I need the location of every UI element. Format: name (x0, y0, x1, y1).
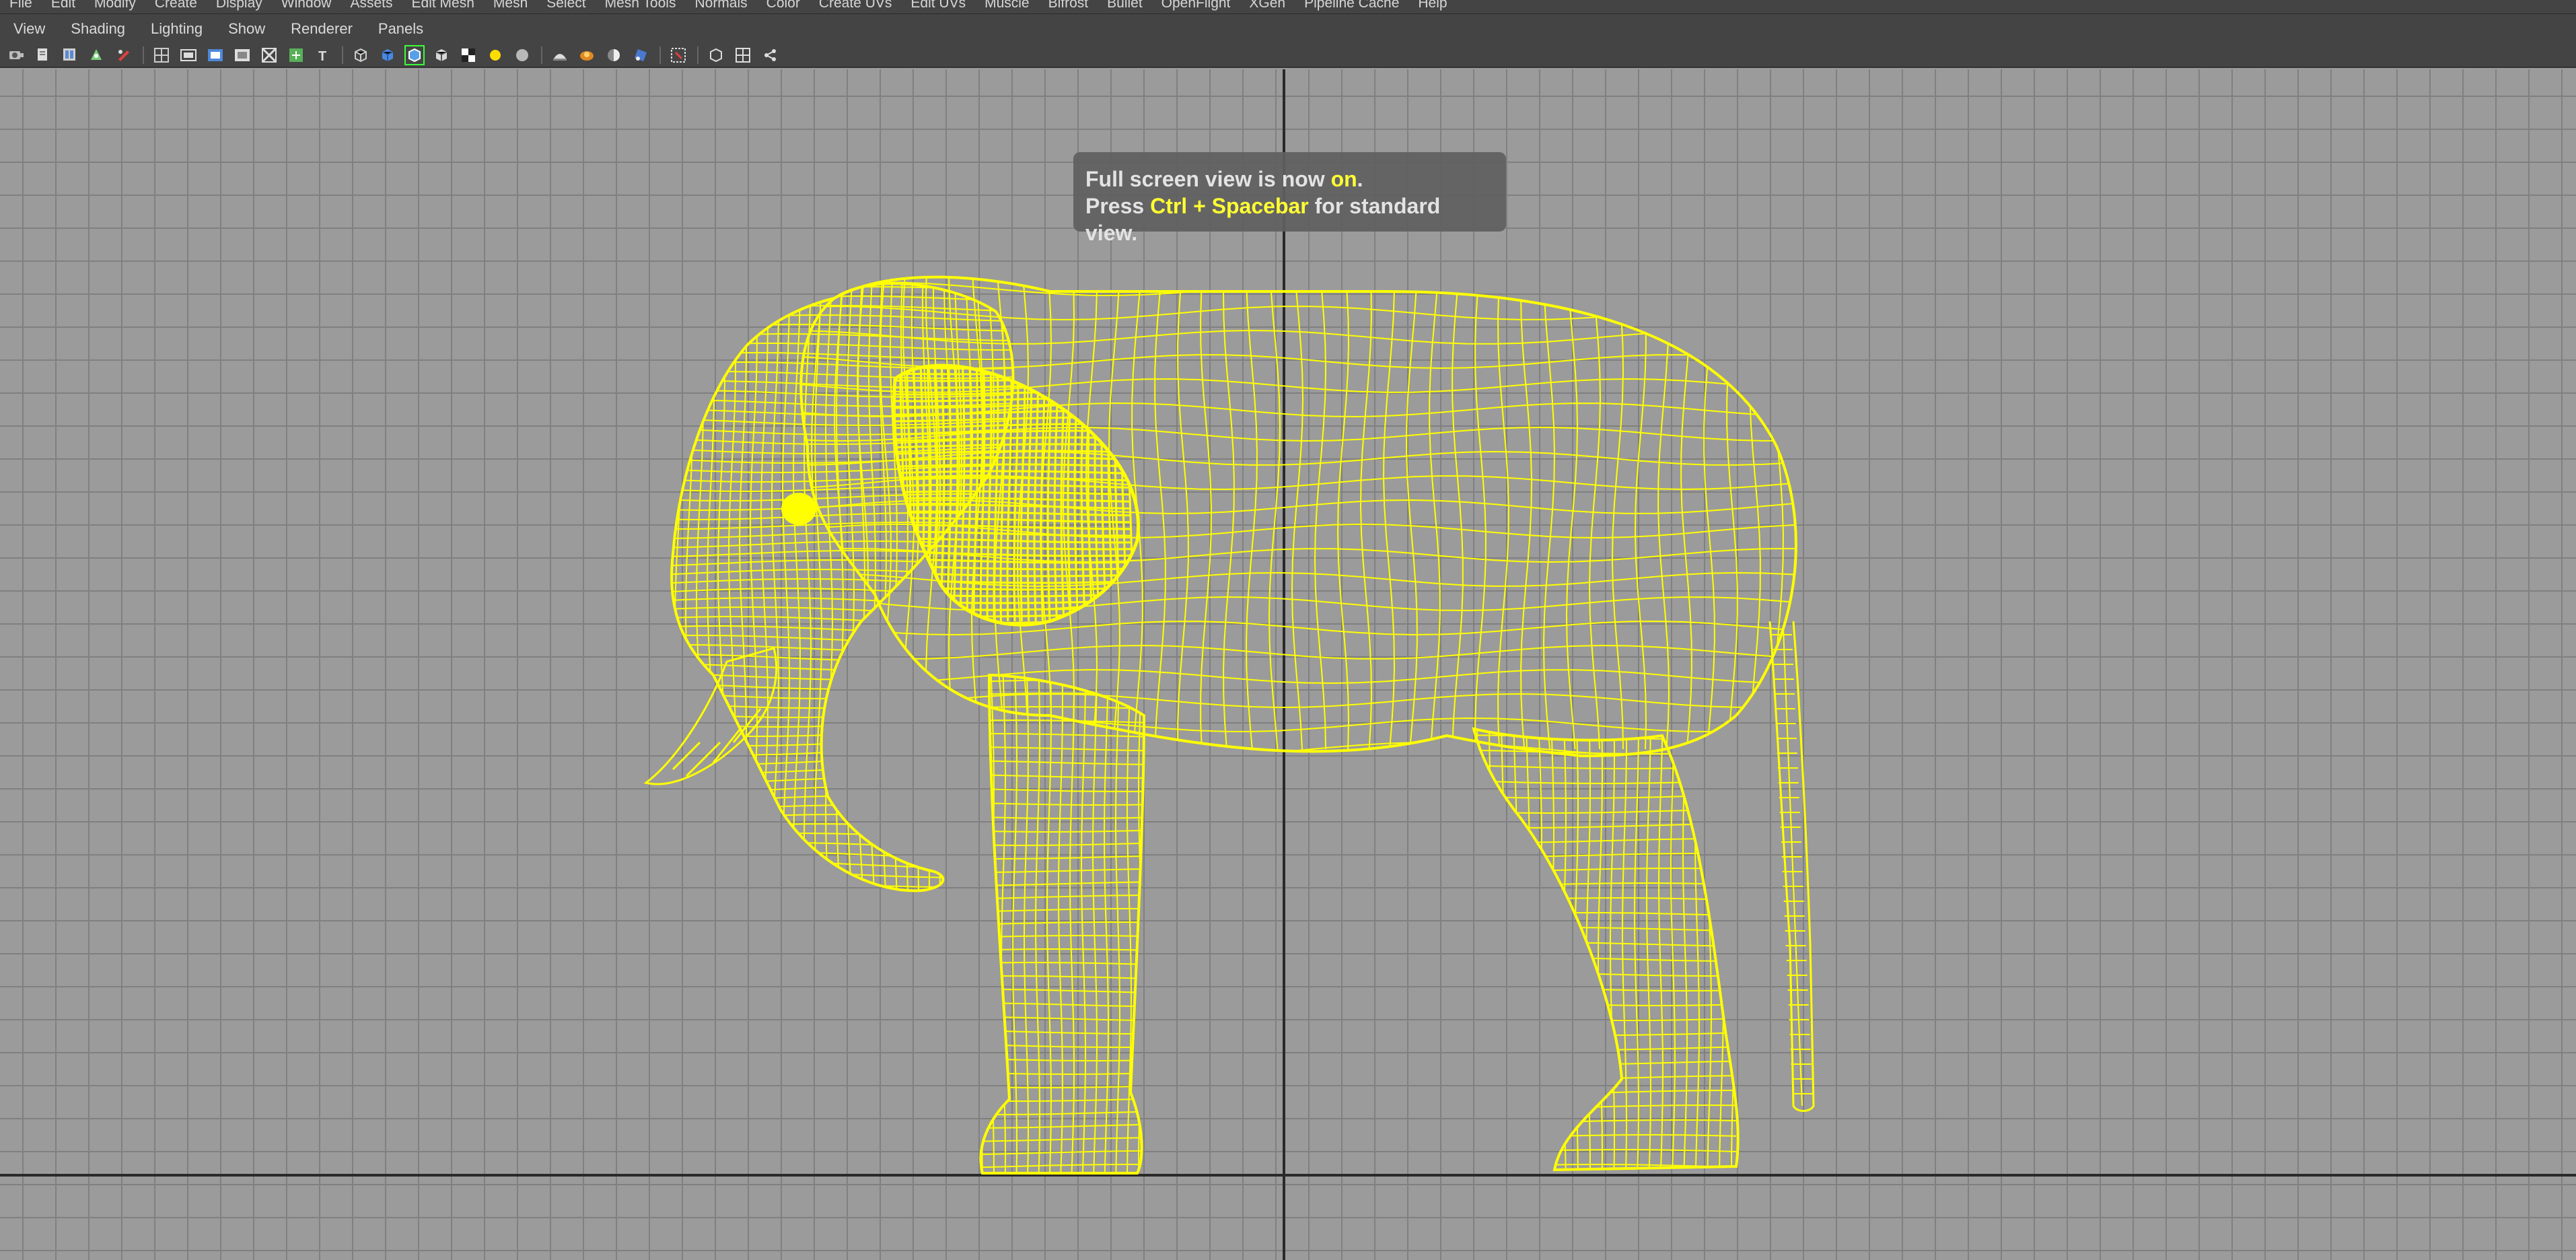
svg-text:T: T (318, 49, 326, 64)
main-menu-bullet[interactable]: Bullet (1098, 0, 1152, 10)
main-menu-assets[interactable]: Assets (341, 0, 402, 10)
toolbar-separator (541, 46, 542, 64)
toolbar-separator (342, 46, 343, 64)
camera-attributes-icon[interactable] (7, 46, 26, 65)
main-menu-create-uvs[interactable]: Create UVs (810, 0, 902, 10)
main-menu-mesh-tools[interactable]: Mesh Tools (596, 0, 686, 10)
notification-text: Full screen view is now (1085, 167, 1331, 191)
field-chart-icon[interactable] (260, 46, 279, 65)
film-gate-icon[interactable] (179, 46, 198, 65)
main-menu-select[interactable]: Select (537, 0, 595, 10)
main-menu-file[interactable]: File (0, 0, 42, 10)
camera-select-icon[interactable] (760, 46, 779, 65)
bookmark-icon[interactable] (34, 46, 52, 65)
elephant-wireframe-mesh[interactable] (0, 69, 2576, 1260)
main-menu-window[interactable]: Window (272, 0, 341, 10)
main-menu-openflight[interactable]: OpenFlight (1152, 0, 1240, 10)
main-menu-edit-uvs[interactable]: Edit UVs (901, 0, 975, 10)
notification-press-text: Press (1085, 194, 1151, 218)
motion-blur-icon[interactable] (631, 46, 650, 65)
main-menu-display[interactable]: Display (207, 0, 272, 10)
panel-menu-panels[interactable]: Panels (365, 20, 436, 38)
xray-icon[interactable] (550, 46, 569, 65)
main-menu-normals[interactable]: Normals (685, 0, 756, 10)
2d-pan-zoom-icon[interactable] (87, 46, 106, 65)
toolbar-separator (697, 46, 699, 64)
notification-line-2: Press Ctrl + Spacebar for standard view. (1085, 193, 1494, 246)
main-menu-mesh[interactable]: Mesh (484, 0, 537, 10)
main-menu-create[interactable]: Create (145, 0, 207, 10)
safe-action-icon[interactable] (287, 46, 306, 65)
main-menu-xgen[interactable]: XGen (1240, 0, 1295, 10)
notification-text-end: . (1357, 167, 1363, 191)
grease-pencil-icon[interactable] (114, 46, 133, 65)
panel-toolbar: T (0, 44, 2576, 68)
toolbar-separator (659, 46, 661, 64)
main-menu-pipeline-cache[interactable]: Pipeline Cache (1295, 0, 1408, 10)
wireframe-on-shaded-icon[interactable] (404, 45, 425, 65)
front-leg-mesh (980, 675, 1144, 1173)
main-menu-help[interactable]: Help (1408, 0, 1456, 10)
isolate-select-icon[interactable] (669, 46, 688, 65)
backface-culling-icon[interactable] (604, 46, 623, 65)
main-menu-muscle[interactable]: Muscle (975, 0, 1039, 10)
panel-menu-lighting[interactable]: Lighting (138, 20, 215, 38)
smooth-shade-icon[interactable] (378, 46, 397, 65)
tail-mesh (1768, 621, 1815, 1112)
image-plane-icon[interactable] (61, 46, 79, 65)
grid-icon[interactable] (152, 46, 171, 65)
main-menu-bar: File Edit Modify Create Display Window Assets E… (0, 0, 2576, 14)
rear-leg-mesh (1474, 729, 1737, 1170)
eye-mesh (781, 493, 816, 525)
main-menu-edit[interactable]: Edit (42, 0, 85, 10)
main-menu-bifrost[interactable]: Bifrost (1039, 0, 1098, 10)
panel-menu-shading[interactable]: Shading (58, 20, 138, 38)
xray-joints-icon[interactable] (577, 46, 596, 65)
safe-title-icon[interactable]: T (314, 46, 332, 65)
notification-line-1: Full screen view is now on. (1085, 166, 1494, 193)
head-trunk-mesh (672, 283, 1013, 891)
toolbar-separator (143, 46, 144, 64)
panel-menu-view[interactable]: View (0, 20, 58, 38)
panel-menu-show[interactable]: Show (215, 20, 278, 38)
gate-mask-icon[interactable] (233, 46, 252, 65)
main-menu-modify[interactable]: Modify (85, 0, 145, 10)
wireframe-icon[interactable] (351, 46, 370, 65)
fullscreen-notification: Full screen view is now on. Press Ctrl +… (1073, 152, 1506, 245)
ambient-occlusion-icon[interactable] (513, 46, 532, 65)
notification-state: on (1330, 167, 1357, 191)
main-menu-color[interactable]: Color (757, 0, 810, 10)
notification-shortcut: Ctrl + Spacebar (1150, 194, 1309, 218)
main-menu-edit-mesh[interactable]: Edit Mesh (402, 0, 484, 10)
resolution-gate-icon[interactable] (206, 46, 225, 65)
panel-menu-bar: View Shading Lighting Show Renderer Panels (0, 14, 2576, 44)
textured-icon[interactable] (432, 46, 451, 65)
four-view-icon[interactable] (734, 46, 752, 65)
use-all-lights-icon[interactable] (459, 46, 478, 65)
single-view-icon[interactable] (707, 46, 725, 65)
perspective-viewport[interactable]: Full screen view is now on. Press Ctrl +… (0, 69, 2576, 1260)
panel-menu-renderer[interactable]: Renderer (278, 20, 365, 38)
shadows-icon[interactable] (486, 46, 505, 65)
